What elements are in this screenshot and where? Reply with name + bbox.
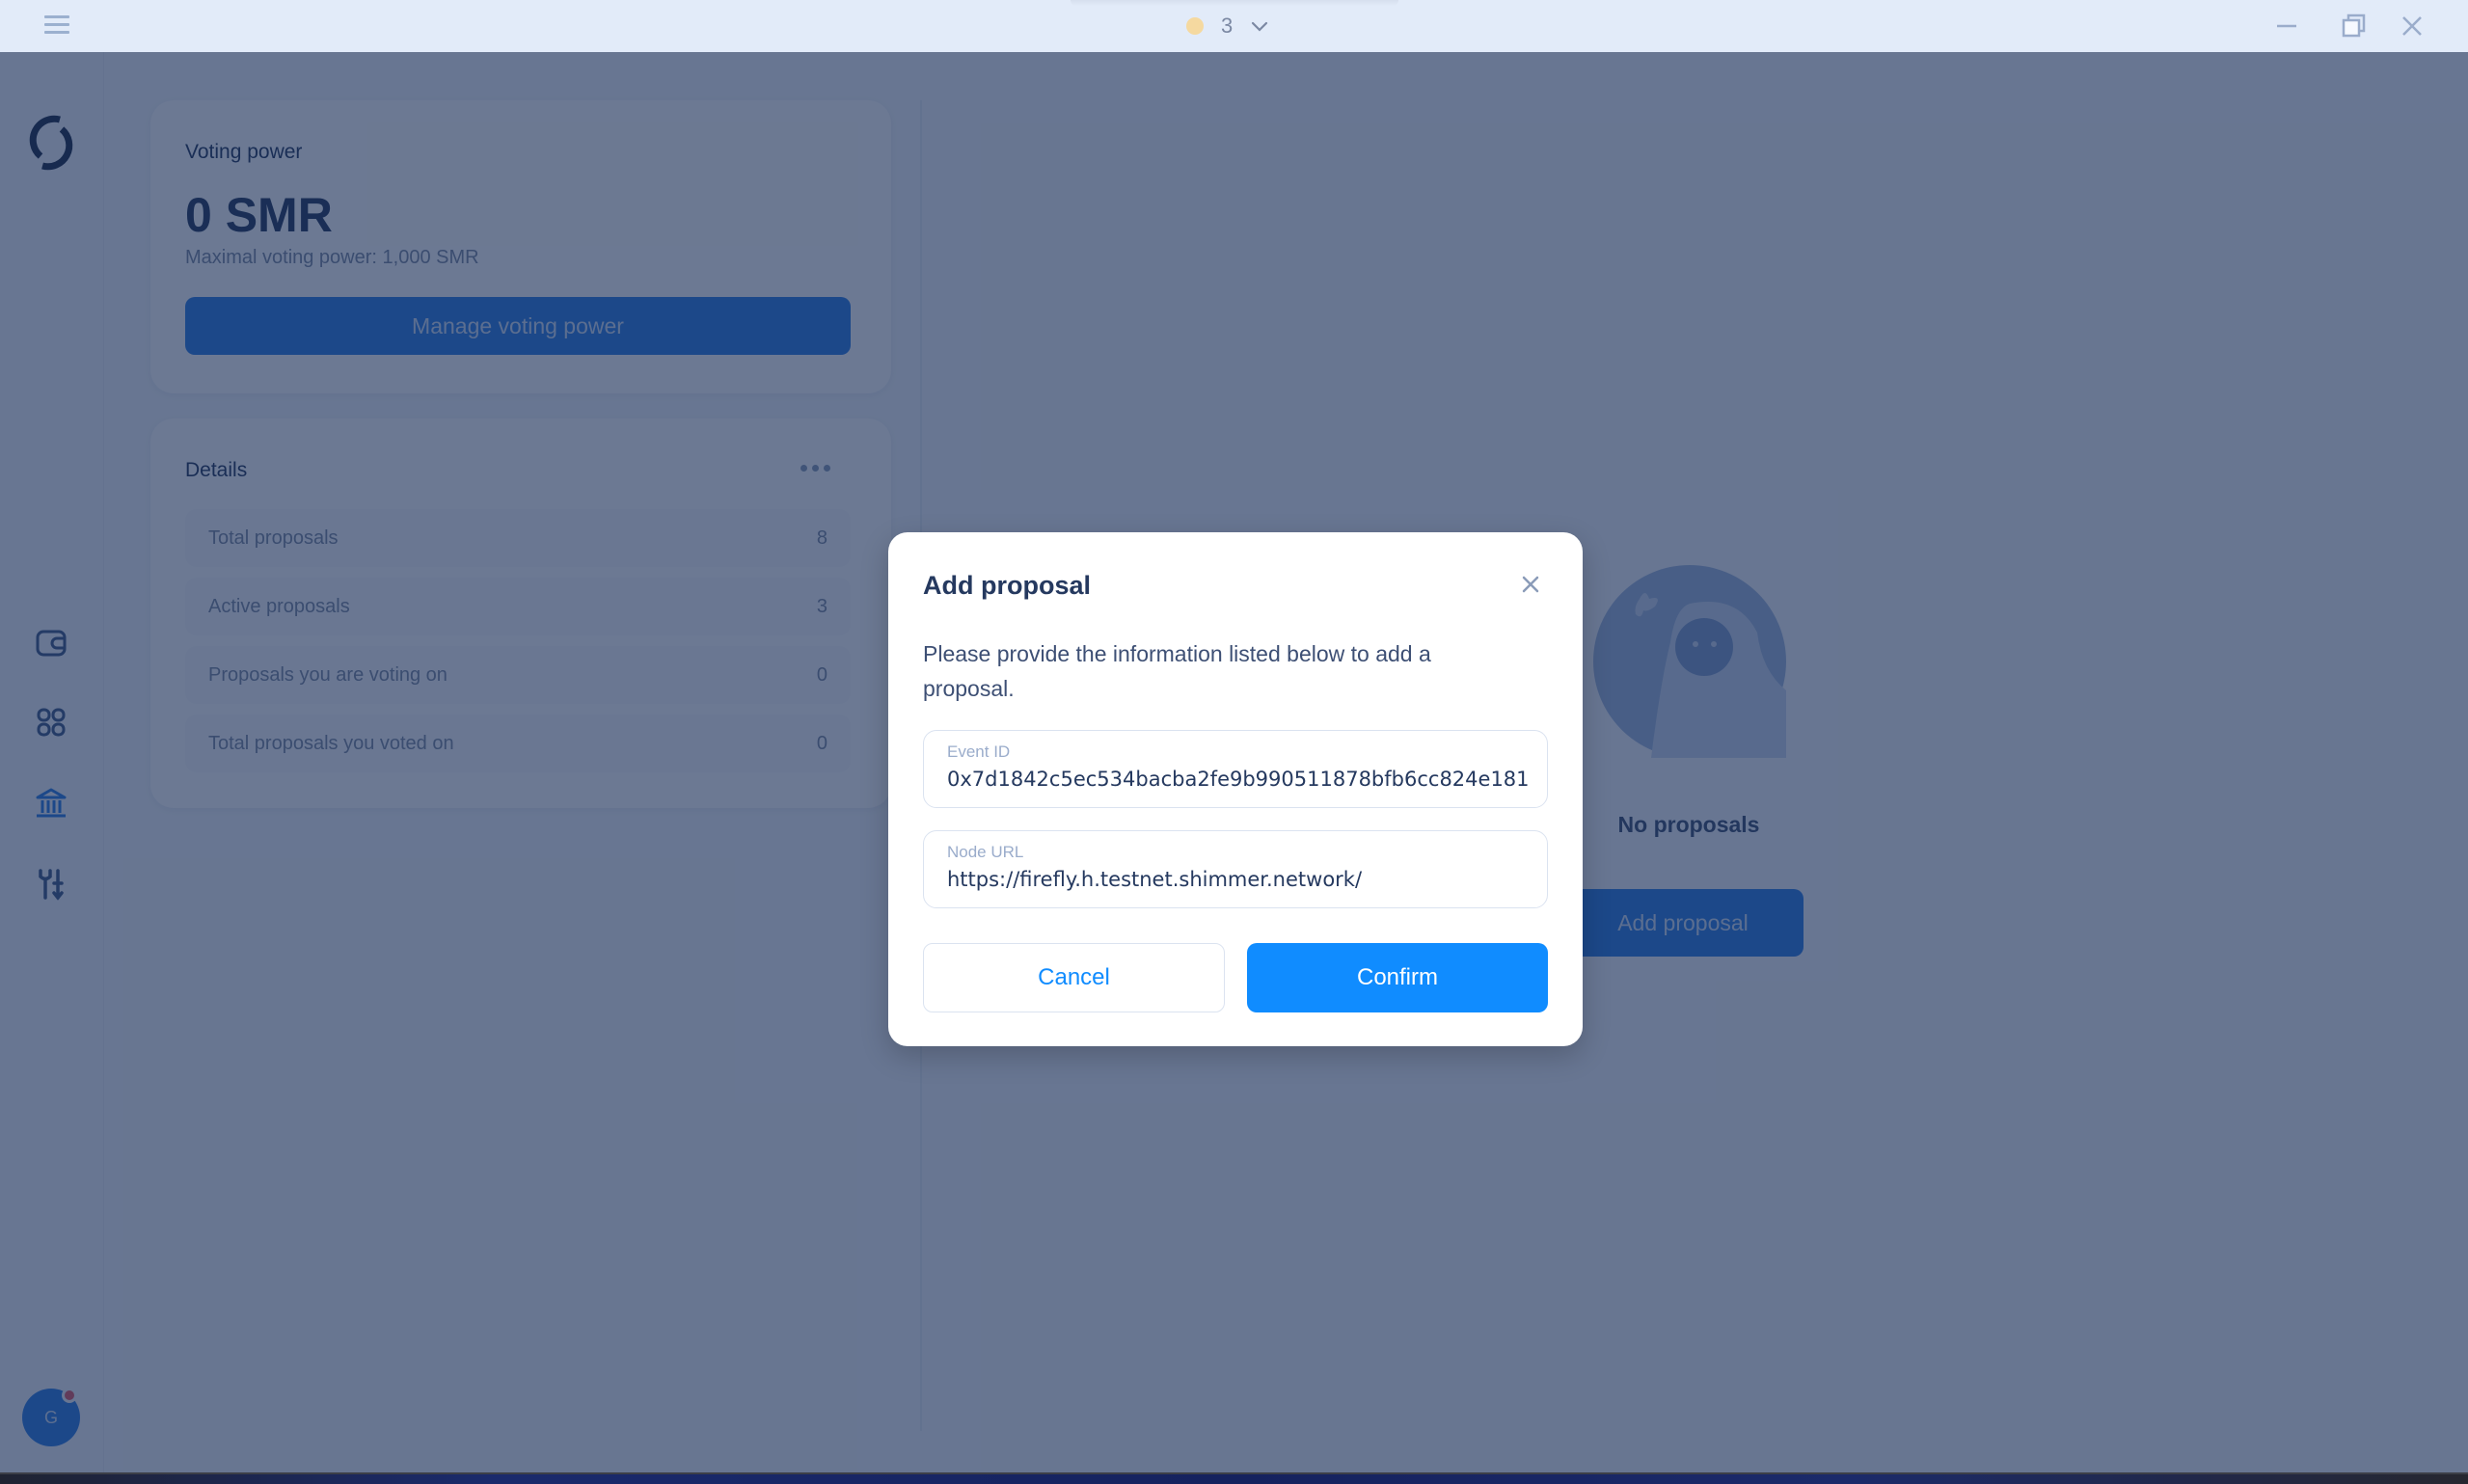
hamburger-menu-icon[interactable] [44,13,71,35]
modal-description: Please provide the information listed be… [923,641,1431,701]
minimize-icon[interactable] [2270,10,2303,42]
restore-icon[interactable] [2338,10,2371,42]
add-proposal-modal: Add proposal Please provide the informat… [888,532,1583,1046]
node-url-label: Node URL [947,843,1024,861]
close-icon[interactable] [2396,10,2428,42]
confirm-button[interactable]: Confirm [1247,943,1548,1012]
profile-count: 3 [1221,13,1234,38]
title-bar: 3 [0,0,2468,52]
modal-title: Add proposal [923,571,1091,600]
close-icon[interactable] [1517,571,1544,598]
os-taskbar [0,1472,2468,1484]
cancel-button[interactable]: Cancel [923,943,1225,1012]
title-bar-notch [1071,0,1398,6]
node-url-field[interactable]: Node URL [923,830,1548,908]
profile-switcher[interactable]: 3 [1186,10,1269,42]
node-url-input[interactable] [947,868,1530,891]
event-id-input[interactable] [947,768,1530,791]
event-id-field[interactable]: Event ID [923,730,1548,808]
event-id-label: Event ID [947,742,1011,761]
chevron-down-icon [1252,21,1268,32]
network-status-dot [1186,17,1204,35]
